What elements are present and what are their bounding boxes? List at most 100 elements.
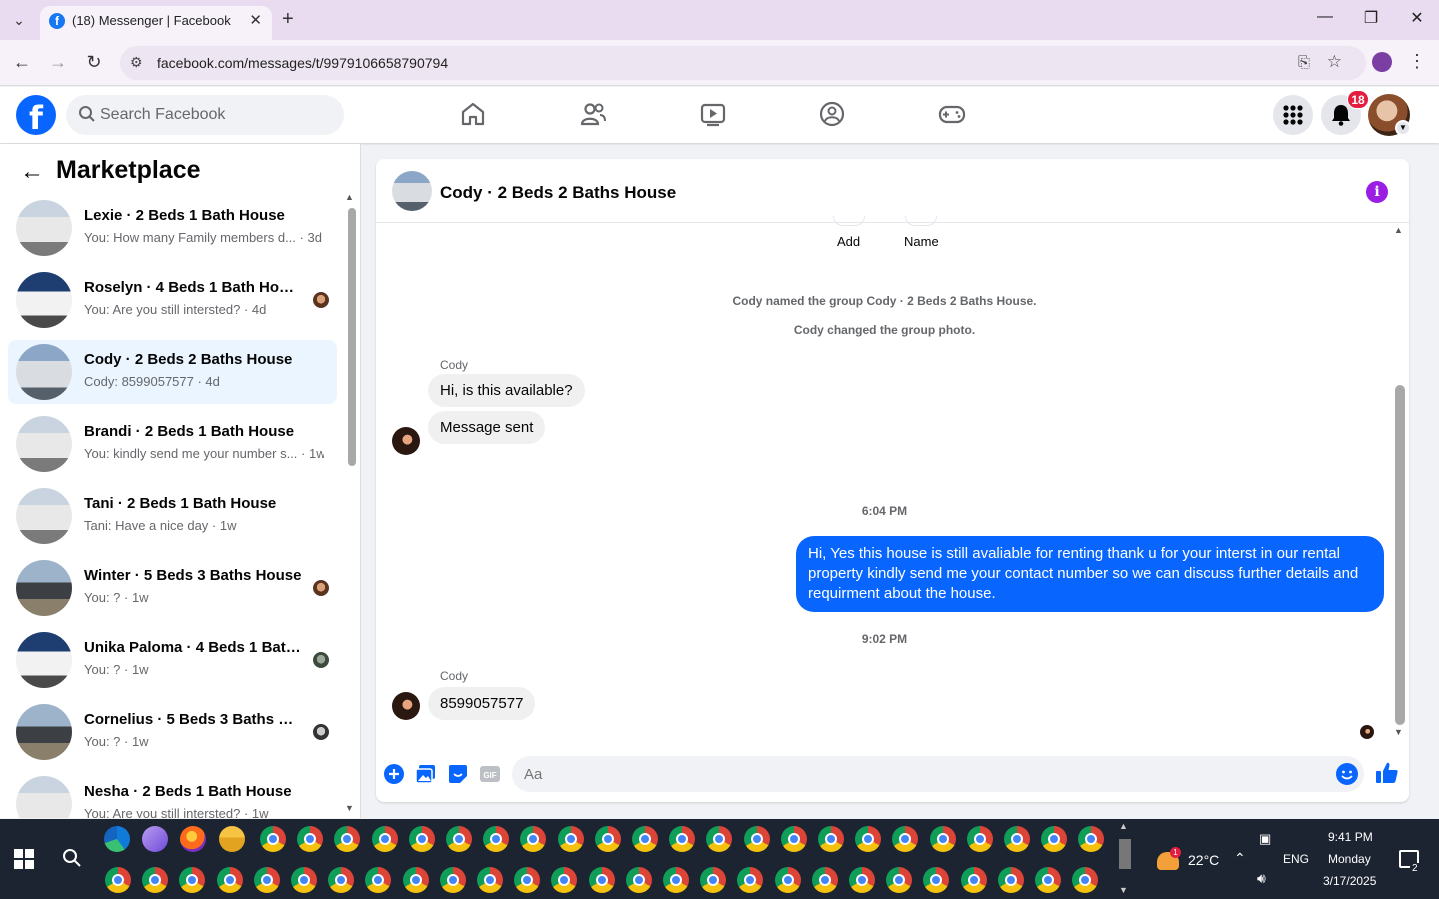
chrome-icon[interactable] xyxy=(1035,867,1061,893)
browser-menu-icon[interactable]: ⋮ xyxy=(1408,51,1426,72)
chrome-icon[interactable] xyxy=(179,867,205,893)
gaming-icon[interactable] xyxy=(937,99,967,129)
scroll-up-arrow-icon[interactable]: ▲ xyxy=(345,192,354,202)
chrome-icon[interactable] xyxy=(291,867,317,893)
chrome-icon[interactable] xyxy=(514,867,540,893)
incoming-message[interactable]: 8599057577 xyxy=(428,687,536,720)
conversation-item[interactable]: Tani · 2 Beds 1 Bath House Tani: Have a … xyxy=(8,484,337,548)
groups-icon[interactable] xyxy=(817,99,847,129)
browser-profile-icon[interactable] xyxy=(1372,52,1392,72)
sidebar-scrollbar-thumb[interactable] xyxy=(348,208,356,466)
conversation-item[interactable]: Cornelius · 5 Beds 3 Baths Ho... You: ? … xyxy=(8,700,337,764)
scroll-down-arrow-icon[interactable]: ▼ xyxy=(345,803,354,813)
sender-avatar[interactable] xyxy=(392,427,420,455)
chrome-icon[interactable] xyxy=(998,867,1024,893)
chrome-icon[interactable] xyxy=(892,826,918,852)
conversation-item-active[interactable]: Cody · 2 Beds 2 Baths House Cody: 859905… xyxy=(8,340,337,404)
chrome-icon[interactable] xyxy=(589,867,615,893)
thumbs-up-icon[interactable] xyxy=(1374,760,1400,786)
taskbar-scroll-up-icon[interactable]: ▲ xyxy=(1119,821,1128,831)
new-tab-icon[interactable]: + xyxy=(282,8,294,31)
incoming-message[interactable]: Hi, is this available? xyxy=(428,374,585,407)
firefox-icon[interactable] xyxy=(180,826,206,852)
chrome-icon[interactable] xyxy=(818,826,844,852)
chrome-icon[interactable] xyxy=(446,826,472,852)
chrome-icon[interactable] xyxy=(551,867,577,893)
speaker-icon[interactable]: 🔊︎ xyxy=(1257,870,1266,887)
chrome-icon[interactable] xyxy=(930,826,956,852)
meet-now-icon[interactable]: ▣ xyxy=(1259,831,1271,847)
chrome-icon[interactable] xyxy=(1041,826,1067,852)
chrome-icon[interactable] xyxy=(297,826,323,852)
chrome-icon[interactable] xyxy=(558,826,584,852)
chrome-icon[interactable] xyxy=(520,826,546,852)
menu-grid-button[interactable] xyxy=(1273,95,1313,135)
clock-date[interactable]: 3/17/2025 xyxy=(1323,874,1376,888)
chrome-icon[interactable] xyxy=(477,867,503,893)
conversation-item[interactable]: Nesha · 2 Beds 1 Bath House You: Are you… xyxy=(8,772,337,818)
forward-icon[interactable]: → xyxy=(47,52,69,73)
chrome-icon[interactable] xyxy=(775,867,801,893)
chrome-icon[interactable] xyxy=(812,867,838,893)
incoming-message[interactable]: Message sent xyxy=(428,411,546,444)
chrome-icon[interactable] xyxy=(886,867,912,893)
chrome-icon[interactable] xyxy=(1078,826,1104,852)
add-action-label[interactable]: Add xyxy=(837,234,860,249)
conversation-item[interactable]: Unika Paloma · 4 Beds 1 Bath ... You: ? … xyxy=(8,628,337,692)
chrome-icon[interactable] xyxy=(440,867,466,893)
chat-avatar[interactable] xyxy=(392,171,432,211)
chrome-icon[interactable] xyxy=(142,867,168,893)
info-icon[interactable]: i xyxy=(1366,181,1388,203)
outgoing-message[interactable]: Hi, Yes this house is still avaliable fo… xyxy=(796,536,1384,612)
windows-start-icon[interactable] xyxy=(14,849,34,869)
chrome-icon[interactable] xyxy=(706,826,732,852)
minimize-icon[interactable]: — xyxy=(1310,8,1340,26)
chrome-icon[interactable] xyxy=(967,826,993,852)
language-indicator[interactable]: ENG xyxy=(1283,852,1309,866)
omnibox[interactable]: ⚙ facebook.com/messages/t/99791066587907… xyxy=(120,46,1366,80)
chrome-icon[interactable] xyxy=(365,867,391,893)
chrome-icon[interactable] xyxy=(961,867,987,893)
emoji-icon[interactable] xyxy=(1336,763,1358,785)
chrome-icon[interactable] xyxy=(334,826,360,852)
chrome-icon[interactable] xyxy=(1004,826,1030,852)
home-icon[interactable] xyxy=(458,99,488,129)
chrome-icon[interactable] xyxy=(483,826,509,852)
friends-icon[interactable] xyxy=(578,99,608,129)
chrome-icon[interactable] xyxy=(923,867,949,893)
photo-icon[interactable] xyxy=(415,763,437,785)
sender-avatar[interactable] xyxy=(392,692,420,720)
name-action-circle[interactable] xyxy=(905,216,937,226)
chrome-icon[interactable] xyxy=(254,867,280,893)
chrome-icon[interactable] xyxy=(855,826,881,852)
chrome-icon[interactable] xyxy=(669,826,695,852)
scroll-down-arrow-icon[interactable]: ▼ xyxy=(1394,727,1403,737)
chrome-icon[interactable] xyxy=(781,826,807,852)
clock-time[interactable]: 9:41 PM xyxy=(1328,830,1373,844)
edge-icon[interactable] xyxy=(104,826,130,852)
conversation-item[interactable]: Lexie · 2 Beds 1 Bath House You: How man… xyxy=(8,196,337,260)
scroll-up-arrow-icon[interactable]: ▲ xyxy=(1394,225,1403,235)
search-placeholder[interactable]: Search Facebook xyxy=(100,106,225,124)
facebook-search-box[interactable]: Search Facebook xyxy=(66,95,344,135)
url-text[interactable]: facebook.com/messages/t/9979106658790794 xyxy=(157,55,448,71)
taskbar-search-icon[interactable] xyxy=(62,848,82,868)
chrome-icon[interactable] xyxy=(409,826,435,852)
chrome-icon[interactable] xyxy=(744,826,770,852)
chevron-down-icon[interactable]: ▼ xyxy=(1395,120,1411,136)
back-arrow-icon[interactable]: ← xyxy=(20,158,44,186)
bookmark-star-icon[interactable]: ☆ xyxy=(1327,52,1342,72)
conversation-item[interactable]: Roselyn · 4 Beds 1 Bath House You: Are y… xyxy=(8,268,337,332)
chrome-icon[interactable] xyxy=(260,826,286,852)
file-explorer-icon[interactable] xyxy=(219,826,245,852)
chrome-icon[interactable] xyxy=(595,826,621,852)
conversation-item[interactable]: Winter · 5 Beds 3 Baths House You: ? · 1… xyxy=(8,556,337,620)
close-tab-icon[interactable]: ✕ xyxy=(249,11,262,29)
tab-search-chevron-icon[interactable]: ⌄ xyxy=(8,9,30,31)
browser-tab[interactable]: f (18) Messenger | Facebook ✕ xyxy=(40,6,272,40)
chrome-icon[interactable] xyxy=(663,867,689,893)
chat-scrollbar-thumb[interactable] xyxy=(1395,385,1405,725)
taskbar-scroll-thumb[interactable] xyxy=(1119,839,1131,869)
chrome-icon[interactable] xyxy=(632,826,658,852)
install-app-icon[interactable]: ⎘ xyxy=(1298,54,1310,71)
